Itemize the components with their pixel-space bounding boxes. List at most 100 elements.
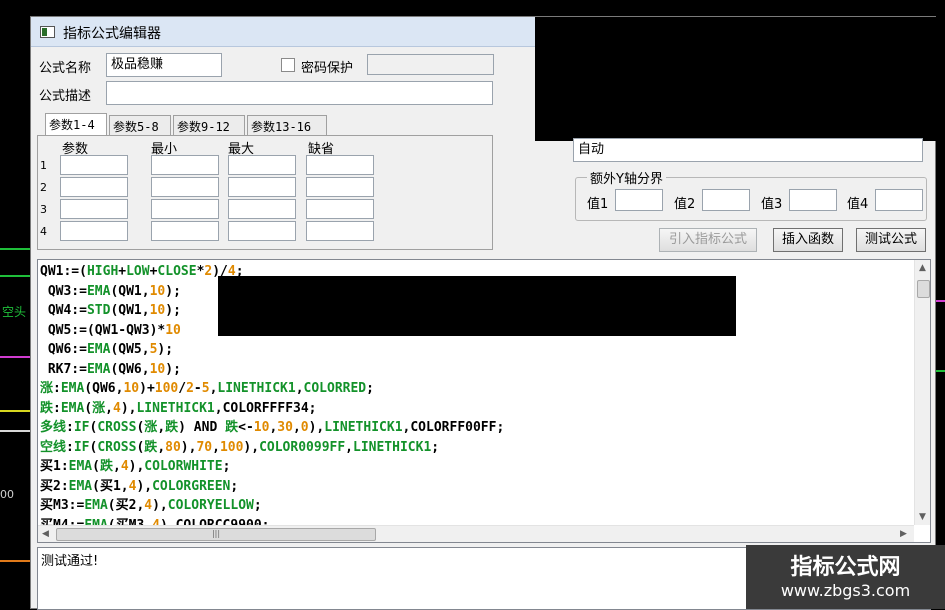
code-token: 100 bbox=[154, 381, 179, 396]
formula-name-label: 公式名称 bbox=[39, 61, 92, 76]
param-name-input[interactable] bbox=[60, 221, 128, 241]
code-token: ( bbox=[92, 459, 100, 474]
code-token: ), bbox=[308, 420, 325, 435]
code-token: 10 bbox=[149, 303, 166, 318]
code-token: QW5:=(QW1-QW3)* bbox=[40, 322, 166, 338]
code-token: CROSS bbox=[97, 420, 137, 435]
code-token: )+ bbox=[139, 381, 155, 396]
param-row-number: 3 bbox=[40, 203, 47, 216]
code-token: QW3:= bbox=[40, 283, 87, 299]
vertical-scrollbar[interactable]: ▲ ▼ bbox=[914, 260, 930, 525]
code-token: COLORYELLOW bbox=[167, 498, 254, 513]
code-line: 买1:EMA(跌,4),COLORWHITE; bbox=[40, 457, 504, 477]
code-token: 跌 bbox=[225, 420, 239, 435]
param-name-input[interactable] bbox=[60, 155, 128, 175]
formula-name-input[interactable]: 极品稳赚 bbox=[106, 53, 222, 77]
param-default-input[interactable] bbox=[306, 155, 374, 175]
title-bar[interactable]: 指标公式编辑器 bbox=[31, 17, 535, 47]
param-name-input[interactable] bbox=[60, 177, 128, 197]
value2-input[interactable] bbox=[702, 189, 750, 211]
code-token: LINETHICK1 bbox=[324, 420, 403, 435]
code-token: ); bbox=[165, 283, 181, 299]
password-input[interactable] bbox=[367, 54, 494, 75]
password-label: 密码保护 bbox=[301, 61, 354, 76]
code-token: 5 bbox=[201, 381, 210, 396]
code-token: EMA bbox=[68, 459, 93, 474]
code-token: COLORRED bbox=[303, 381, 367, 396]
param-min-input[interactable] bbox=[151, 155, 219, 175]
code-token: 买1: bbox=[40, 459, 69, 474]
code-token: ) AND bbox=[178, 420, 226, 435]
param-max-input[interactable] bbox=[228, 221, 296, 241]
code-token: LINETHICK1 bbox=[353, 439, 432, 455]
code-token: ; bbox=[222, 459, 231, 474]
code-token: (买1, bbox=[92, 478, 129, 494]
test-formula-button[interactable]: 测试公式 bbox=[856, 228, 926, 252]
param-name-input[interactable] bbox=[60, 199, 128, 219]
scroll-right-icon[interactable]: ▶ bbox=[900, 529, 907, 539]
value3-input[interactable] bbox=[789, 189, 837, 211]
code-token: EMA bbox=[60, 400, 85, 416]
param-row-number: 2 bbox=[40, 181, 47, 194]
scroll-up-icon[interactable]: ▲ bbox=[919, 263, 926, 273]
param-panel: 参数 最小 最大 缺省 1 2 3 4 bbox=[37, 135, 493, 250]
value4-input[interactable] bbox=[875, 189, 923, 211]
code-token: 4 bbox=[144, 498, 153, 513]
insert-function-button[interactable]: 插入函数 bbox=[773, 228, 843, 252]
code-token: 4 bbox=[120, 459, 129, 474]
code-token: ; bbox=[366, 381, 374, 396]
tab-params-1-4[interactable]: 参数1-4 bbox=[45, 113, 107, 135]
code-token: , bbox=[157, 439, 166, 455]
vertical-scroll-thumb[interactable] bbox=[917, 280, 930, 298]
param-min-input[interactable] bbox=[151, 199, 219, 219]
password-checkbox[interactable] bbox=[281, 58, 295, 72]
code-token: QW1:=( bbox=[40, 264, 87, 279]
import-formula-button[interactable]: 引入指标公式 bbox=[659, 228, 757, 252]
formula-editor-dialog: 指标公式编辑器 公式名称 极品稳赚 密码保护 公式描述 参数1-4 参数5-8 … bbox=[30, 16, 937, 610]
param-default-input[interactable] bbox=[306, 199, 374, 219]
param-max-input[interactable] bbox=[228, 199, 296, 219]
code-token: - bbox=[193, 381, 202, 396]
horizontal-scrollbar[interactable]: ◀ ||| ▶ bbox=[38, 525, 914, 542]
code-token: COLOR0099FF bbox=[259, 439, 346, 455]
horizontal-scroll-thumb[interactable]: ||| bbox=[56, 528, 376, 541]
code-token: IF bbox=[73, 439, 90, 455]
formula-desc-label: 公式描述 bbox=[39, 89, 92, 104]
tab-params-9-12[interactable]: 参数9-12 bbox=[173, 115, 245, 135]
tab-params-13-16[interactable]: 参数13-16 bbox=[247, 115, 327, 135]
param-max-input[interactable] bbox=[228, 155, 296, 175]
code-token: 10 bbox=[123, 381, 140, 396]
scroll-down-icon[interactable]: ▼ bbox=[919, 512, 926, 522]
code-token: , bbox=[157, 420, 166, 435]
scroll-left-icon[interactable]: ◀ bbox=[42, 529, 49, 539]
code-token: LINETHICK1 bbox=[136, 400, 215, 416]
code-token: STD bbox=[86, 303, 111, 318]
code-token: : bbox=[66, 439, 74, 455]
param-default-input[interactable] bbox=[306, 177, 374, 197]
code-token: (QW6, bbox=[84, 381, 124, 396]
code-line: 涨:EMA(QW6,10)+100/2-5,LINETHICK1,COLORRE… bbox=[40, 379, 504, 399]
code-token: ,COLORFFFF34; bbox=[214, 400, 317, 416]
value1-input[interactable] bbox=[615, 189, 663, 211]
code-token: RK7:= bbox=[40, 361, 87, 377]
code-line: QW6:=EMA(QW5,5); bbox=[40, 340, 504, 360]
code-token: HIGH bbox=[86, 264, 119, 279]
param-max-input[interactable] bbox=[228, 177, 296, 197]
code-token: CROSS bbox=[97, 439, 137, 455]
code-editor[interactable]: QW1:=(HIGH+LOW+CLOSE*2)/4; QW3:=EMA(QW1,… bbox=[37, 259, 931, 543]
tab-params-5-8[interactable]: 参数5-8 bbox=[109, 115, 171, 135]
code-token: ( bbox=[84, 400, 93, 416]
param-min-input[interactable] bbox=[151, 177, 219, 197]
value3-label: 值3 bbox=[761, 197, 783, 212]
code-token: (买2, bbox=[107, 498, 145, 513]
code-token: 10 bbox=[149, 283, 166, 299]
code-token: 2 bbox=[186, 381, 194, 396]
watermark-title: 指标公式网 bbox=[790, 555, 901, 580]
param-min-input[interactable] bbox=[151, 221, 219, 241]
axis-mode-select[interactable]: 自动 bbox=[573, 138, 923, 162]
code-token: 空线 bbox=[40, 439, 67, 455]
code-token: 多线 bbox=[40, 420, 67, 435]
code-token: COLORWHITE bbox=[144, 459, 223, 474]
param-default-input[interactable] bbox=[306, 221, 374, 241]
formula-desc-input[interactable] bbox=[106, 81, 493, 105]
